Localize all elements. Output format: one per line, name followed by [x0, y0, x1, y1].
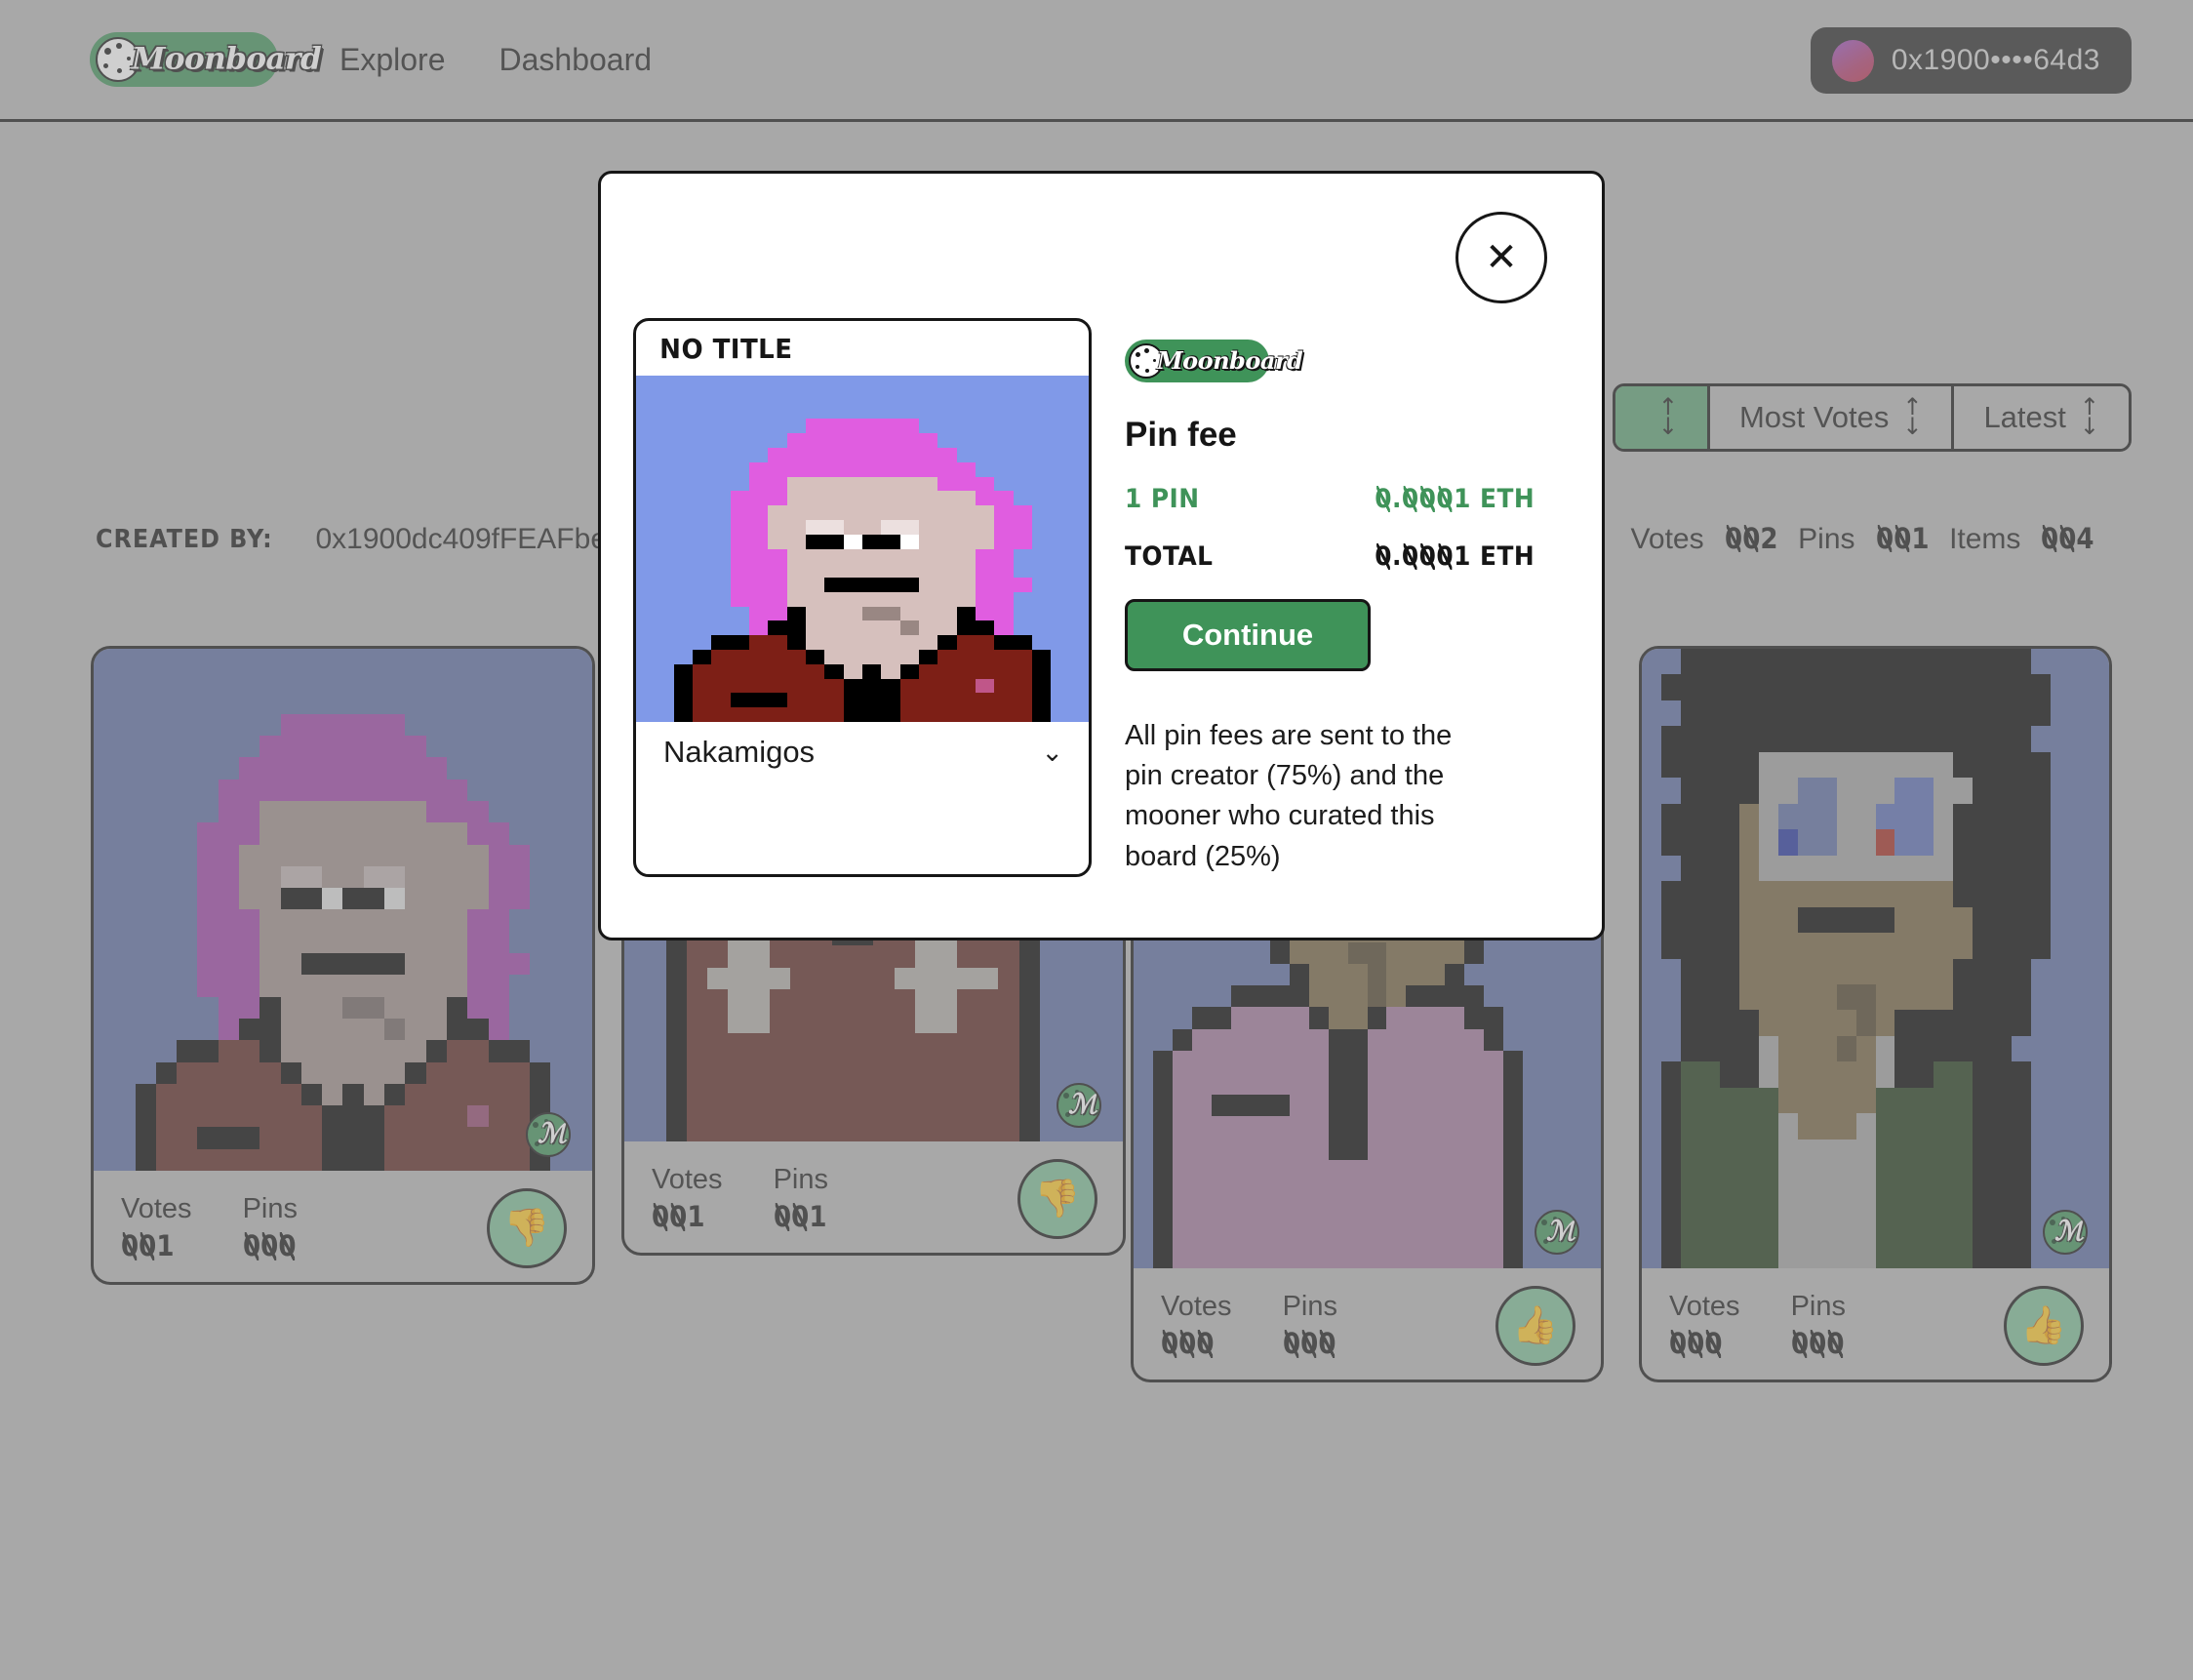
item-title: NO TITLE: [659, 332, 793, 365]
fee-row-total-value: 0.0001 ETH: [1375, 541, 1535, 572]
fee-row-total: TOTAL 0.0001 ETH: [1125, 541, 1535, 572]
collection-select[interactable]: Nakamigos ⌄: [636, 722, 1089, 782]
chevron-down-icon: ⌄: [1041, 737, 1063, 767]
collection-select-value: Nakamigos: [663, 735, 816, 769]
pin-fee-modal: ✕ NO TITLE Nakamigos ⌄ Moonboard Pin fee…: [598, 171, 1605, 940]
fee-panel: Moonboard Pin fee 1 PIN 0.0001 ETH TOTAL…: [1125, 318, 1535, 877]
modal-body: NO TITLE Nakamigos ⌄ Moonboard Pin fee 1…: [633, 318, 1535, 877]
modal-item-card: NO TITLE Nakamigos ⌄: [633, 318, 1092, 877]
fee-row-pin-value: 0.0001 ETH: [1375, 484, 1535, 514]
app-root: Moonboard Explore Dashboard 0x1900••••64…: [0, 0, 2193, 1680]
fee-row-total-label: TOTAL: [1125, 541, 1214, 572]
continue-button[interactable]: Continue: [1125, 599, 1371, 671]
logo-wordmark: Moonboard: [1157, 345, 1303, 375]
close-x-icon[interactable]: ✕: [1455, 212, 1547, 303]
fee-row-pin-label: 1 PIN: [1125, 484, 1200, 514]
fee-row-pin: 1 PIN 0.0001 ETH: [1125, 484, 1535, 514]
fee-disclaimer: All pin fees are sent to the pin creator…: [1125, 720, 1453, 872]
moonboard-logo: Moonboard: [1125, 340, 1303, 382]
item-artwork: [636, 376, 1089, 722]
fee-heading: Pin fee: [1125, 416, 1237, 454]
